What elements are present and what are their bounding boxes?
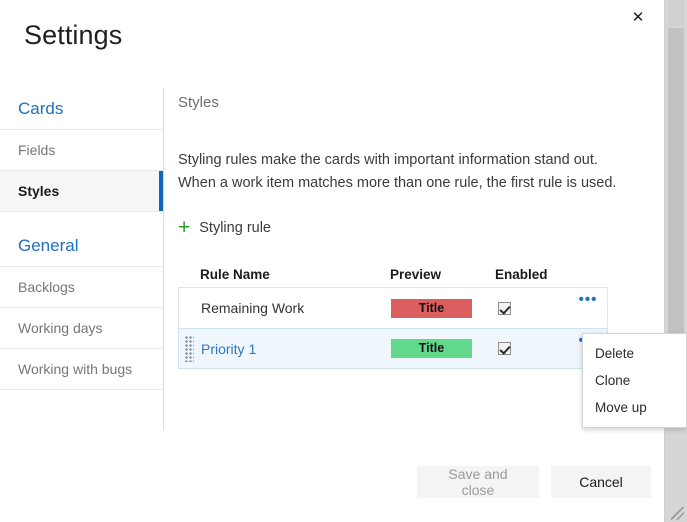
column-header-enabled: Enabled <box>495 266 548 282</box>
add-styling-rule-button[interactable]: + Styling rule <box>178 217 271 238</box>
section-description: Styling rules make the cards with import… <box>178 152 617 191</box>
settings-sidebar: Cards Fields Styles General Backlogs Wor… <box>0 88 163 390</box>
dialog-footer: Save and close Cancel <box>0 442 665 522</box>
preview-cell: Title <box>391 339 496 358</box>
sidebar-item-working-days[interactable]: Working days <box>0 308 163 349</box>
sidebar-group-general: General <box>0 225 163 267</box>
more-options-icon: ••• <box>578 291 598 308</box>
row-actions-button[interactable]: ••• <box>577 291 599 308</box>
sidebar-group-cards: Cards <box>0 88 163 130</box>
sidebar-item-fields[interactable]: Fields <box>0 130 163 171</box>
menu-item-move-up[interactable]: Move up <box>583 394 686 421</box>
rule-name-cell: Priority 1 <box>201 340 257 357</box>
cancel-button[interactable]: Cancel <box>551 466 651 498</box>
sidebar-item-working-with-bugs[interactable]: Working with bugs <box>0 349 163 390</box>
enabled-cell <box>496 301 576 315</box>
table-header-row: Rule Name Preview Enabled <box>178 261 608 287</box>
menu-item-delete[interactable]: Delete <box>583 340 686 367</box>
preview-chip: Title <box>391 298 472 318</box>
vertical-scrollbar[interactable] <box>664 0 687 522</box>
styles-panel: Styles Styling rules make the cards with… <box>178 88 648 369</box>
preview-chip: Title <box>391 339 472 358</box>
rule-name-cell: Remaining Work <box>201 300 305 316</box>
dialog-titlebar: Settings ✕ <box>0 0 665 78</box>
section-heading: Styles <box>178 94 219 111</box>
table-row[interactable]: Priority 1 Title ••• <box>178 328 608 369</box>
sidebar-divider <box>163 88 164 430</box>
close-icon[interactable]: ✕ <box>623 2 653 32</box>
save-and-close-button[interactable]: Save and close <box>417 466 539 498</box>
enabled-checkbox[interactable] <box>498 301 511 315</box>
row-context-menu: Delete Clone Move up <box>582 333 687 428</box>
menu-item-clone[interactable]: Clone <box>583 367 686 394</box>
sidebar-item-backlogs[interactable]: Backlogs <box>0 267 163 308</box>
column-header-preview: Preview <box>390 266 442 282</box>
add-styling-rule-label: Styling rule <box>199 219 271 236</box>
sidebar-item-styles[interactable]: Styles <box>0 171 163 212</box>
resize-grip-icon[interactable] <box>671 507 684 520</box>
page-title: Settings <box>24 20 123 50</box>
preview-cell: Title <box>391 298 496 318</box>
plus-icon: + <box>178 216 191 239</box>
styling-rules-table: Rule Name Preview Enabled Remaining Work… <box>178 261 608 369</box>
enabled-checkbox[interactable] <box>498 342 511 355</box>
table-row[interactable]: Remaining Work Title ••• <box>178 287 608 328</box>
scrollbar-track-top[interactable] <box>668 0 684 26</box>
drag-handle-icon[interactable] <box>185 335 194 362</box>
enabled-cell <box>496 342 576 355</box>
settings-dialog: Settings ✕ Cards Fields Styles General B… <box>0 0 687 522</box>
column-header-rule-name: Rule Name <box>200 266 270 282</box>
